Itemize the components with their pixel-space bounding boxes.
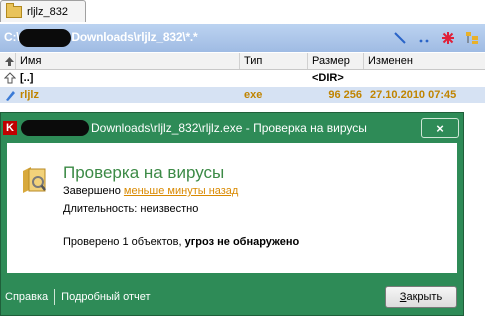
completed-label: Завершено xyxy=(63,185,121,197)
completed-line: Завершено меньше минуты назад xyxy=(63,185,238,197)
path-bar[interactable]: C:\ Downloads\rljlz_832\*.* xyxy=(0,24,485,52)
help-link[interactable]: Справка xyxy=(1,291,54,303)
tree-view-icon[interactable] xyxy=(465,31,479,45)
scan-result-line: Проверено 1 объектов, угроз не обнаружен… xyxy=(63,236,299,248)
file-type: exe xyxy=(244,89,263,101)
close-icon: × xyxy=(436,120,444,136)
dialog-content: Проверка на вирусы Завершено меньше мину… xyxy=(7,143,457,273)
close-button[interactable]: Закрыть xyxy=(385,286,457,308)
column-size[interactable]: Размер xyxy=(308,53,364,69)
scan-folder-icon xyxy=(21,165,47,195)
file-row[interactable]: rljlz exe 96 256 27.10.2010 07:45 xyxy=(0,87,485,103)
window-close-button[interactable]: × xyxy=(421,118,459,138)
parent-dir-icon[interactable] xyxy=(417,31,431,45)
path-remainder: Downloads\rljlz_832\*.* xyxy=(71,30,198,45)
close-button-hotkey: З xyxy=(399,291,407,303)
antivirus-logo-icon: K xyxy=(3,121,17,135)
column-modified[interactable]: Изменен xyxy=(364,53,485,69)
exe-file-icon xyxy=(0,87,16,103)
path-drive: C:\ xyxy=(4,30,20,45)
column-type[interactable]: Тип xyxy=(240,53,308,69)
favorites-icon[interactable] xyxy=(441,31,455,45)
file-modified: 27.10.2010 07:45 xyxy=(370,89,457,101)
current-path: C:\ Downloads\rljlz_832\*.* xyxy=(0,29,393,47)
column-name[interactable]: Имя xyxy=(16,53,240,69)
close-button-rest: акрыть xyxy=(406,291,443,303)
redacted-region xyxy=(19,29,72,47)
scan-heading: Проверка на вирусы xyxy=(63,163,225,182)
checked-count: Проверено 1 объектов, xyxy=(63,236,185,248)
duration-line: Длительность: неизвестно xyxy=(63,203,199,215)
file-name: rljlz xyxy=(20,89,39,101)
up-arrow-icon[interactable] xyxy=(0,53,16,69)
folder-tab-label: rljlz_832 xyxy=(27,5,68,18)
parent-dir-name: [..] xyxy=(20,72,34,84)
virus-scan-dialog: K Downloads\rljlz_832\rljlz.exe - Провер… xyxy=(0,112,464,316)
edit-path-icon[interactable] xyxy=(393,31,407,45)
completed-time-link[interactable]: меньше минуты назад xyxy=(124,185,238,197)
file-size: 96 256 xyxy=(328,89,362,101)
detailed-report-link[interactable]: Подробный отчет xyxy=(55,291,156,303)
dialog-titlebar[interactable]: K Downloads\rljlz_832\rljlz.exe - Провер… xyxy=(1,113,463,143)
redacted-title-region xyxy=(21,120,89,136)
threats-result: угроз не обнаружено xyxy=(184,236,300,248)
parent-dir-row[interactable]: [..] <DIR> xyxy=(0,70,485,86)
column-header: Имя Тип Размер Изменен xyxy=(0,53,485,70)
up-folder-icon xyxy=(0,70,16,86)
dialog-title: Downloads\rljlz_832\rljlz.exe - Проверка… xyxy=(91,121,367,135)
folder-icon xyxy=(6,2,22,18)
folder-tab[interactable]: rljlz_832 xyxy=(0,0,86,22)
dialog-footer: Справка Подробный отчет Закрыть xyxy=(1,279,463,315)
parent-dir-size: <DIR> xyxy=(312,72,344,84)
